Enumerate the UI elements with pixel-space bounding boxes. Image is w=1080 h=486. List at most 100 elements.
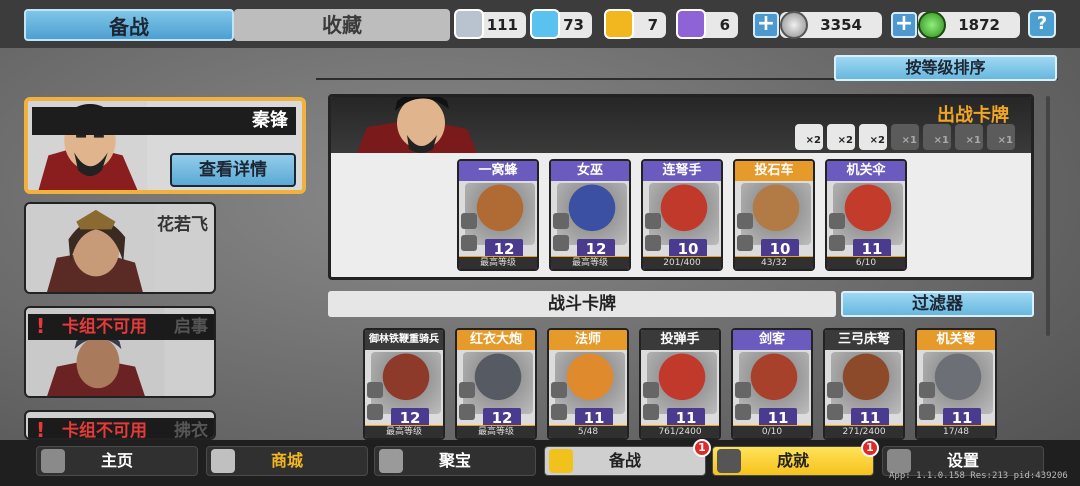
card[interactable]: 连弩手 10 201/400	[641, 159, 723, 271]
hero-name: 拂衣	[174, 421, 208, 440]
resource-value: 73	[563, 16, 584, 34]
card-class-icon	[919, 404, 935, 420]
sort-by-level-button[interactable]: 按等级排序	[834, 55, 1057, 81]
nav-deck[interactable]: 备战 1	[544, 439, 711, 476]
card-type-icon	[827, 382, 843, 398]
view-details-button[interactable]: 查看详情	[170, 153, 296, 187]
card-class-icon	[645, 235, 661, 251]
card-type-icon	[919, 382, 935, 398]
coin-value: 3354	[820, 16, 862, 34]
card-type-icon	[461, 213, 477, 229]
deck-icon	[549, 449, 573, 473]
nav-label: 成就	[776, 451, 809, 470]
card-progress-text: 0/10	[733, 426, 811, 438]
resource-blue-crystal: 73	[530, 9, 592, 39]
resource-value: 6	[719, 16, 730, 34]
card-progress-text: 5/48	[549, 426, 627, 438]
card[interactable]: 御林铁鞭重骑兵 12 最高等级	[363, 328, 445, 440]
card[interactable]: 机关弩 11 17/48	[915, 328, 997, 440]
coin-value: 1872	[958, 16, 1000, 34]
card[interactable]: 剑客 11 0/10	[731, 328, 813, 440]
card-type-icon	[553, 213, 569, 229]
hero-card-qishi[interactable]: ! 卡组不可用 启事	[24, 306, 216, 398]
card-progress-text: 最高等级	[459, 257, 537, 269]
card[interactable]: 投石车 10 43/32	[733, 159, 815, 271]
card[interactable]: 女巫 12 最高等级	[549, 159, 631, 271]
silver-coin-icon	[780, 11, 808, 39]
card-type-icon	[459, 382, 475, 398]
star-type-icon: ×1	[891, 124, 919, 150]
shop-icon	[211, 449, 235, 473]
card-class-icon	[735, 404, 751, 420]
helmet-type-icon: ×2	[859, 124, 887, 150]
nav-achievement[interactable]: 成就 1	[712, 439, 879, 476]
achievement-icon	[717, 449, 741, 473]
card-progress-text: 最高等级	[457, 426, 535, 438]
nav-label: 备战	[608, 451, 641, 470]
card[interactable]: 一窝蜂 12 最高等级	[457, 159, 539, 271]
card-type-icon	[551, 382, 567, 398]
card-name: 御林铁鞭重骑兵	[365, 330, 443, 350]
card-class-icon	[829, 235, 845, 251]
card-type-icon	[737, 213, 753, 229]
resource-silver-shield: 111	[454, 9, 526, 39]
gear-type-icon: ×2	[795, 124, 823, 150]
hero-portrait-huaruofei	[27, 204, 155, 292]
battle-cards-label: 战斗卡牌	[328, 291, 836, 317]
hero-card-huaruofei[interactable]: 花若飞	[24, 202, 216, 294]
card-type-icon	[367, 382, 383, 398]
card-progress-text: 271/2400	[825, 426, 903, 438]
card-progress-text: 最高等级	[551, 257, 629, 269]
gold-shield-icon	[604, 9, 634, 39]
card-name: 三弓床弩	[825, 330, 903, 350]
coin-jade-counter: 1872	[918, 11, 1020, 39]
card[interactable]: 红衣大炮 12 最高等级	[455, 328, 537, 440]
version-label: App: 1.1.0.158 Res:213 pid:439206	[889, 471, 1068, 481]
nav-treasure[interactable]: 聚宝	[374, 446, 536, 476]
card-progress-text: 6/10	[827, 257, 905, 269]
warning-text: 卡组不可用	[62, 317, 147, 337]
treasure-icon	[379, 449, 403, 473]
add-silver-button[interactable]: +	[753, 12, 779, 38]
hero-portrait-header	[357, 97, 477, 153]
nav-label: 商城	[270, 451, 303, 470]
hero-card-fuyi[interactable]: ! 卡组不可用 拂衣	[24, 410, 216, 440]
card-class-icon	[367, 404, 383, 420]
deck-header: 出战卡牌 ×2 ×2 ×2 ×1 ×1 ×1 ×1	[331, 97, 1031, 153]
nav-label: 主页	[100, 451, 133, 470]
card-name: 投弹手	[641, 330, 719, 350]
deck-unavailable-banner: ! 卡组不可用 拂衣	[28, 418, 214, 440]
warning-icon: !	[36, 314, 46, 338]
tab-collection[interactable]: 收藏	[234, 9, 450, 41]
card[interactable]: 法师 11 5/48	[547, 328, 629, 440]
card-class-icon	[827, 404, 843, 420]
card-progress-text: 761/2400	[641, 426, 719, 438]
filter-button[interactable]: 过滤器	[841, 291, 1034, 317]
warning-icon: !	[36, 418, 46, 440]
card-progress-text: 最高等级	[365, 426, 443, 438]
card-type-icon	[829, 213, 845, 229]
ghost-type-icon: ×1	[923, 124, 951, 150]
hero-name: 秦锋	[32, 107, 296, 135]
card-class-icon	[551, 404, 567, 420]
scrollbar[interactable]	[1046, 96, 1050, 336]
hero-card-selected[interactable]: 秦锋 查看详情	[24, 97, 306, 194]
card[interactable]: 三弓床弩 11 271/2400	[823, 328, 905, 440]
tab-prepare[interactable]: 备战	[24, 9, 234, 41]
jade-coin-icon	[918, 11, 946, 39]
card-progress-text: 201/400	[643, 257, 721, 269]
add-jade-button[interactable]: +	[891, 12, 917, 38]
settings-icon	[887, 449, 911, 473]
resource-gold-shield: 7	[604, 9, 666, 39]
card[interactable]: 机关伞 11 6/10	[825, 159, 907, 271]
card-type-icon	[643, 382, 659, 398]
card-progress-text: 17/48	[917, 426, 995, 438]
card-class-icon	[459, 404, 475, 420]
nav-shop[interactable]: 商城	[206, 446, 368, 476]
card-name: 女巫	[551, 161, 629, 181]
card-class-icon	[461, 235, 477, 251]
card[interactable]: 投弹手 11 761/2400	[639, 328, 721, 440]
help-button[interactable]: ?	[1028, 10, 1056, 38]
nav-home[interactable]: 主页	[36, 446, 198, 476]
card-class-icon	[737, 235, 753, 251]
